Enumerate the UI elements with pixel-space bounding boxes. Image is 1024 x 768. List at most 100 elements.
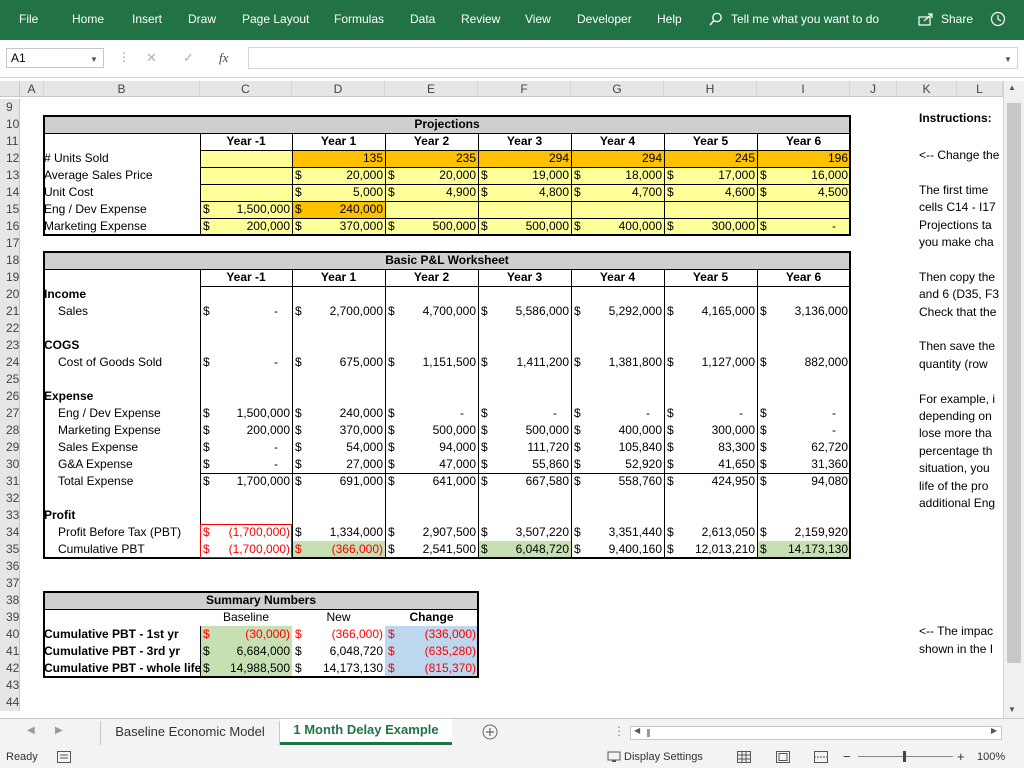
column-header[interactable]: H [664, 81, 757, 97]
row-header[interactable]: 26 [0, 388, 20, 405]
scroll-up-icon[interactable]: ▲ [1008, 83, 1016, 92]
row-header[interactable]: 24 [0, 354, 20, 371]
tab-developer[interactable]: Developer [577, 12, 632, 26]
tab-file[interactable]: File [19, 12, 38, 26]
formula-input[interactable] [248, 47, 1018, 69]
row-header[interactable]: 29 [0, 439, 20, 456]
row-header[interactable]: 11 [0, 133, 20, 150]
row-header[interactable]: 35 [0, 541, 20, 558]
zoom-level[interactable]: 100% [977, 751, 1005, 763]
scroll-down-icon[interactable]: ▼ [1008, 705, 1016, 714]
tab-review[interactable]: Review [461, 12, 500, 26]
tab-page-layout[interactable]: Page Layout [242, 12, 309, 26]
projections-row-border [200, 167, 850, 168]
column-header[interactable]: G [571, 81, 664, 97]
status-bar: Ready Display Settings − + 100% [0, 746, 1024, 768]
row-header[interactable]: 31 [0, 473, 20, 490]
column-header[interactable]: J [850, 81, 897, 97]
row-header[interactable]: 21 [0, 303, 20, 320]
page-layout-view-icon[interactable] [776, 751, 790, 763]
smiley-feedback-icon[interactable] [990, 11, 1006, 27]
row-header[interactable]: 38 [0, 592, 20, 609]
scroll-thumb[interactable] [1007, 103, 1021, 663]
select-all-corner[interactable] [0, 81, 20, 97]
row-header[interactable]: 25 [0, 371, 20, 388]
column-header[interactable]: L [957, 81, 1003, 97]
row-header[interactable]: 39 [0, 609, 20, 626]
pl-title-border [44, 269, 850, 270]
row-header[interactable]: 43 [0, 677, 20, 694]
page-break-view-icon[interactable] [814, 751, 828, 763]
row-header[interactable]: 13 [0, 167, 20, 184]
column-header[interactable]: E [385, 81, 478, 97]
scroll-thumb-h[interactable] [647, 729, 650, 737]
column-header[interactable]: B [44, 81, 200, 97]
column-header[interactable]: I [757, 81, 850, 97]
column-header[interactable]: C [200, 81, 292, 97]
tab-draw[interactable]: Draw [188, 12, 216, 26]
next-sheet-icon[interactable]: ▶ [55, 725, 63, 736]
tell-me-search[interactable]: Tell me what you want to do [731, 12, 879, 26]
zoom-out-icon[interactable]: − [843, 749, 851, 764]
share-button[interactable]: Share [941, 12, 973, 26]
row-header[interactable]: 15 [0, 201, 20, 218]
sheet-tab-delay-active[interactable]: 1 Month Delay Example [280, 719, 452, 745]
instruction-line: lose more tha [919, 426, 992, 441]
instructions-impact-2: shown in the I [919, 642, 994, 656]
row-header[interactable]: 16 [0, 218, 20, 235]
tab-home[interactable]: Home [72, 12, 104, 26]
add-sheet-icon[interactable] [482, 724, 498, 740]
scroll-left-icon[interactable]: ◀ [634, 726, 640, 735]
row-header[interactable]: 20 [0, 286, 20, 303]
display-settings-button[interactable]: Display Settings [624, 751, 703, 763]
row-header[interactable]: 27 [0, 405, 20, 422]
status-ready: Ready [6, 751, 38, 763]
row-header[interactable]: 44 [0, 694, 20, 711]
row-header[interactable]: 32 [0, 490, 20, 507]
row-header[interactable]: 19 [0, 269, 20, 286]
row-header[interactable]: 9 [0, 99, 20, 116]
cancel-icon[interactable]: ✕ [146, 50, 157, 66]
row-header[interactable]: 10 [0, 116, 20, 133]
row-header[interactable]: 17 [0, 235, 20, 252]
tab-insert[interactable]: Insert [132, 12, 162, 26]
tab-view[interactable]: View [525, 12, 551, 26]
row-header[interactable]: 14 [0, 184, 20, 201]
insert-function-icon[interactable]: fx [219, 50, 228, 66]
formula-bar-grip-icon: ⋮ [118, 50, 130, 64]
sheet-tab-baseline[interactable]: Baseline Economic Model [100, 721, 280, 745]
expand-formula-bar-icon[interactable]: ▼ [1004, 55, 1012, 64]
row-header[interactable]: 41 [0, 643, 20, 660]
row-header[interactable]: 33 [0, 507, 20, 524]
tab-data[interactable]: Data [410, 12, 435, 26]
normal-view-icon[interactable] [737, 751, 751, 763]
row-header[interactable]: 22 [0, 320, 20, 337]
row-header[interactable]: 34 [0, 524, 20, 541]
tab-help[interactable]: Help [657, 12, 682, 26]
chevron-down-icon[interactable]: ▼ [90, 55, 98, 64]
row-header[interactable]: 42 [0, 660, 20, 677]
vertical-scrollbar[interactable]: ▲ ▼ [1003, 81, 1024, 718]
zoom-in-icon[interactable]: + [957, 749, 965, 764]
row-header[interactable]: 30 [0, 456, 20, 473]
prev-sheet-icon[interactable]: ◀ [27, 725, 35, 736]
enter-check-icon[interactable]: ✓ [183, 50, 194, 66]
row-header[interactable]: 12 [0, 150, 20, 167]
tab-split-grip-icon[interactable]: ⋮ [613, 724, 625, 738]
zoom-slider-thumb[interactable] [903, 751, 906, 762]
macro-record-icon[interactable] [57, 751, 71, 763]
scroll-right-icon[interactable]: ▶ [991, 726, 997, 735]
row-header[interactable]: 28 [0, 422, 20, 439]
row-header[interactable]: 37 [0, 575, 20, 592]
row-header[interactable]: 36 [0, 558, 20, 575]
column-header[interactable]: A [20, 81, 44, 97]
horizontal-scrollbar[interactable]: ◀ ▶ [630, 726, 1002, 740]
column-header[interactable]: K [897, 81, 957, 97]
row-header[interactable]: 23 [0, 337, 20, 354]
negative-highlight [200, 524, 292, 558]
row-header[interactable]: 18 [0, 252, 20, 269]
row-header[interactable]: 40 [0, 626, 20, 643]
column-header[interactable]: F [478, 81, 571, 97]
tab-formulas[interactable]: Formulas [334, 12, 384, 26]
column-header[interactable]: D [292, 81, 385, 97]
